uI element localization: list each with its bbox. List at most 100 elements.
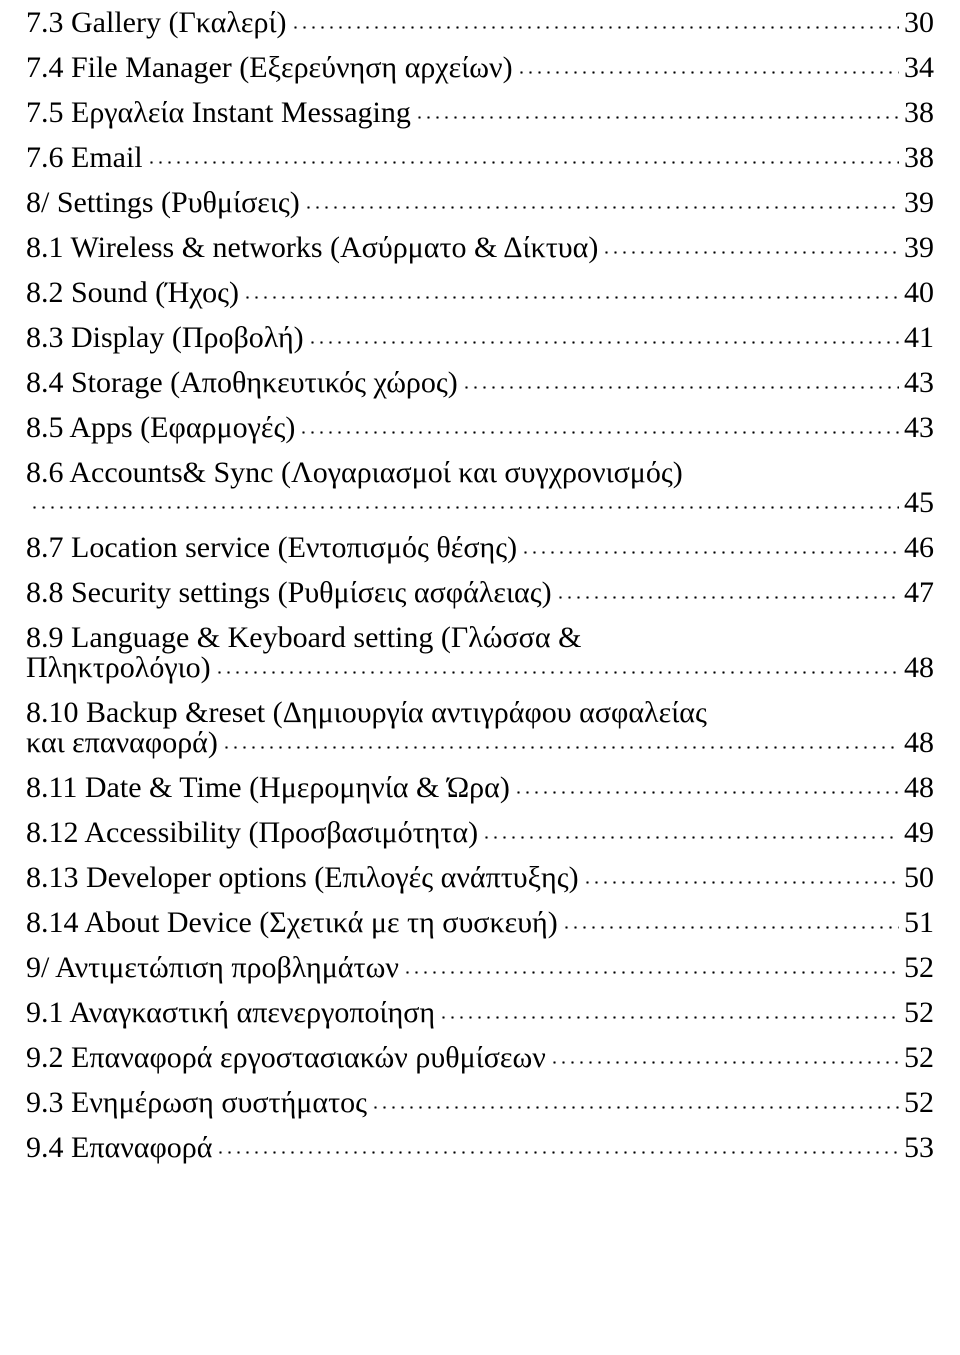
toc-entry[interactable]: 8.9 Language & Keyboard setting (Γλώσσα … [26,623,934,683]
toc-page-number: 53 [904,1131,934,1164]
toc-leader-dots [299,413,899,443]
toc-entry-label: 8.8 Security settings (Ρυθμίσεις ασφάλει… [26,576,552,609]
toc-page-number: 48 [904,771,934,804]
toc-leader-dots [242,278,899,308]
toc-entry-continuation: και επαναφορά) 48 [26,728,934,758]
toc-entry-label: 8.5 Apps (Εφαρμογές) [26,411,296,444]
toc-entry[interactable]: 8.13 Developer options (Επιλογές ανάπτυξ… [26,863,934,893]
toc-entry-label: 8.1 Wireless & networks (Ασύρματο & Δίκτ… [26,231,599,264]
toc-leader-dots [439,998,899,1028]
toc-leader-dots [30,488,899,518]
toc-entry-label: 7.5 Εργαλεία Instant Messaging [26,96,411,129]
toc-leader-dots [216,1133,899,1163]
table-of-contents: 7.3 Gallery (Γκαλερί) 30 7.4 File Manager … [0,0,960,1163]
toc-entry[interactable]: 8.2 Sound (Ήχος) 40 [26,278,934,308]
toc-entry[interactable]: 8.6 Accounts& Sync (Λογαριασμοί και συγχ… [26,458,934,518]
toc-entry[interactable]: 8.10 Backup &reset (Δημιουργία αντιγράφο… [26,698,934,758]
toc-page-number: 52 [904,1086,934,1119]
toc-entry-label: 7.4 File Manager (Εξερεύνηση αρχείων) [26,51,513,84]
toc-entry[interactable]: 8.1 Wireless & networks (Ασύρματο & Δίκτ… [26,233,934,263]
toc-leader-dots [561,908,899,938]
toc-leader-dots [513,773,899,803]
toc-leader-dots [555,578,899,608]
toc-page-number: 52 [904,951,934,984]
toc-page-number: 38 [904,141,934,174]
toc-leader-dots [521,533,899,563]
toc-leader-dots [221,728,899,758]
toc-page-number: 49 [904,816,934,849]
toc-entry[interactable]: 8.3 Display (Προβολή) 41 [26,323,934,353]
toc-leader-dots [516,53,899,83]
toc-page-number: 52 [904,996,934,1029]
toc-entry-label: 7.3 Gallery (Γκαλερί) [26,6,287,39]
toc-entry-label: 8.6 Accounts& Sync (Λογαριασμοί και συγχ… [26,456,683,489]
toc-entry-label: 8.9 Language & Keyboard setting (Γλώσσα … [26,621,582,654]
toc-entry[interactable]: 8.14 About Device (Σχετικά με τη συσκευή… [26,908,934,938]
toc-entry-label: 8.12 Accessibility (Προσβασιμότητα) [26,816,479,849]
toc-entry[interactable]: 8.11 Date & Time (Ημερομηνία & Ώρα) 48 [26,773,934,803]
toc-page-number: 51 [904,906,934,939]
toc-entry-label: 9.3 Ενημέρωση συστήματος [26,1086,368,1119]
toc-leader-dots [371,1088,899,1118]
toc-leader-dots [290,8,899,38]
toc-page-number: 47 [904,576,934,609]
toc-entry-label-line2: Πληκτρολόγιο) [26,651,211,684]
toc-entry-label: 9.1 Αναγκαστική απενεργοποίηση [26,996,436,1029]
toc-page-number: 39 [904,231,934,264]
toc-leader-dots [602,233,899,263]
toc-leader-dots [482,818,899,848]
toc-entry[interactable]: 7.6 Email 38 [26,143,934,173]
toc-entry[interactable]: 8/ Settings (Ρυθμίσεις) 39 [26,188,934,218]
toc-entry-label: 8.4 Storage (Αποθηκευτικός χώρος) [26,366,458,399]
toc-entry-label: 8.2 Sound (Ήχος) [26,276,239,309]
toc-page-number: 48 [904,651,934,684]
toc-entry[interactable]: 9.3 Ενημέρωση συστήματος 52 [26,1088,934,1118]
toc-leader-dots [414,98,899,128]
toc-entry[interactable]: 9.1 Αναγκαστική απενεργοποίηση 52 [26,998,934,1028]
toc-leader-dots [214,653,899,683]
toc-entry[interactable]: 8.5 Apps (Εφαρμογές) 43 [26,413,934,443]
toc-entry-label: 8.14 About Device (Σχετικά με τη συσκευή… [26,906,558,939]
toc-leader-dots [303,188,899,218]
toc-entry[interactable]: 7.3 Gallery (Γκαλερί) 30 [26,8,934,38]
toc-entry-label: 7.6 Email [26,141,143,174]
toc-entry[interactable]: 9/ Αντιμετώπιση προβλημάτων 52 [26,953,934,983]
toc-entry-continuation: Πληκτρολόγιο) 48 [26,653,934,683]
toc-entry[interactable]: 8.8 Security settings (Ρυθμίσεις ασφάλει… [26,578,934,608]
toc-entry-label: 8.7 Location service (Εντοπισμός θέσης) [26,531,518,564]
toc-leader-dots [549,1043,899,1073]
toc-entry-label: 9.4 Επαναφορά [26,1131,213,1164]
toc-page-number: 48 [904,726,934,759]
toc-entry[interactable]: 7.4 File Manager (Εξερεύνηση αρχείων) 34 [26,53,934,83]
toc-entry-label: 8.11 Date & Time (Ημερομηνία & Ώρα) [26,771,510,804]
toc-entry[interactable]: 9.4 Επαναφορά 53 [26,1133,934,1163]
toc-page-number: 45 [904,486,934,519]
toc-entry-label: 9/ Αντιμετώπιση προβλημάτων [26,951,399,984]
toc-page-number: 41 [904,321,934,354]
toc-entry-label: 8.10 Backup &reset (Δημιουργία αντιγράφο… [26,696,707,729]
toc-entry-label: 9.2 Επαναφορά εργοστασιακών ρυθμίσεων [26,1041,546,1074]
toc-entry-label-line2: και επαναφορά) [26,726,218,759]
toc-leader-dots [461,368,899,398]
toc-page-number: 43 [904,366,934,399]
toc-entry-label: 8.13 Developer options (Επιλογές ανάπτυξ… [26,861,579,894]
toc-entry-label: 8/ Settings (Ρυθμίσεις) [26,186,300,219]
toc-leader-dots [582,863,899,893]
toc-entry[interactable]: 9.2 Επαναφορά εργοστασιακών ρυθμίσεων 52 [26,1043,934,1073]
toc-entry-continuation: 45 [26,488,934,518]
toc-leader-dots [307,323,899,353]
toc-page-number: 50 [904,861,934,894]
toc-entry[interactable]: 8.4 Storage (Αποθηκευτικός χώρος) 43 [26,368,934,398]
toc-page-number: 34 [904,51,934,84]
toc-page-number: 52 [904,1041,934,1074]
toc-entry[interactable]: 8.12 Accessibility (Προσβασιμότητα) 49 [26,818,934,848]
toc-page-number: 43 [904,411,934,444]
toc-page-number: 39 [904,186,934,219]
toc-leader-dots [402,953,899,983]
toc-leader-dots [146,143,899,173]
toc-entry[interactable]: 7.5 Εργαλεία Instant Messaging 38 [26,98,934,128]
toc-entry-label: 8.3 Display (Προβολή) [26,321,304,354]
toc-page-number: 30 [904,6,934,39]
toc-entry[interactable]: 8.7 Location service (Εντοπισμός θέσης) 4… [26,533,934,563]
toc-page-number: 38 [904,96,934,129]
